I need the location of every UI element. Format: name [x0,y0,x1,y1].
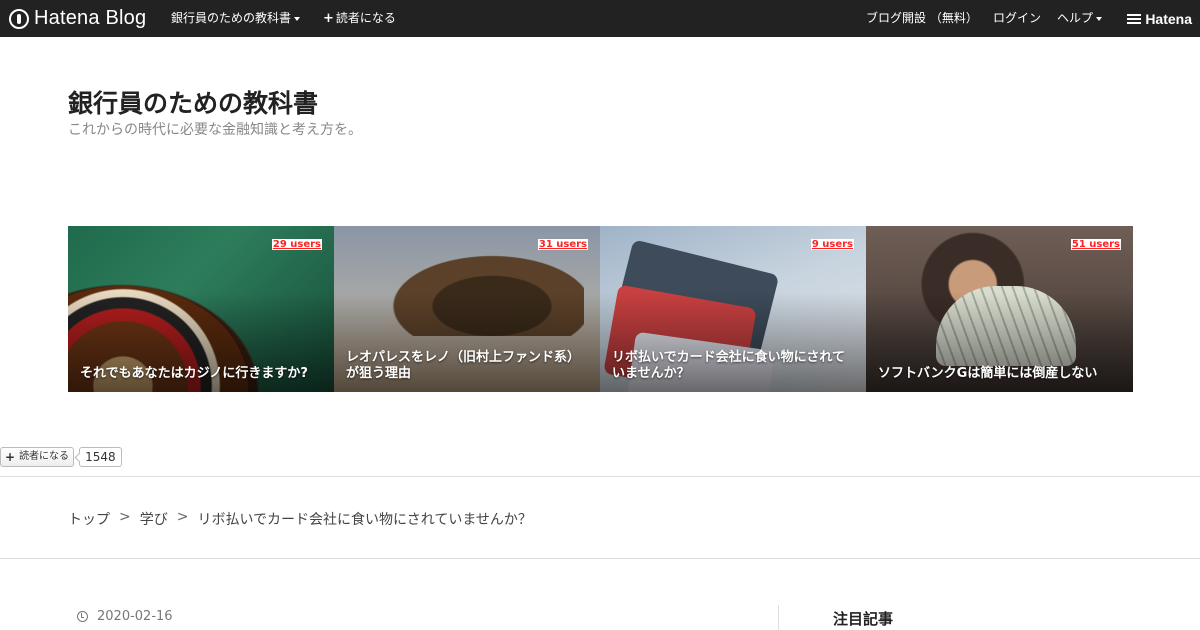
users-badge[interactable]: 31 users [537,239,588,250]
chevron-down-icon [1096,16,1103,21]
subscribe-widget: + 読者になる 1548 [0,447,122,467]
divider [0,558,1200,559]
entry-date-text: 2020-02-16 [97,609,173,624]
help-label: ヘルプ [1057,11,1094,25]
subscribe-link[interactable]: + 読者になる [323,0,396,37]
featured-card[interactable]: 29 users それでもあなたはカジノに行きますか? [68,226,334,392]
entry-date[interactable]: 2020-02-16 [77,609,173,624]
divider [0,476,1200,477]
plus-icon: + [323,11,334,26]
blog-title[interactable]: 銀行員のための教科書 [68,84,318,120]
open-blog-link[interactable]: ブログ開設 （無料） [866,0,978,37]
featured-card[interactable]: 51 users ソフトバンクGは簡単には倒産しない [866,226,1133,392]
hatena-blog-logo[interactable]: Hatena Blog [9,7,146,30]
breadcrumb-current: リボ払いでカード会社に食い物にされていませんか？ [197,512,532,528]
breadcrumb-separator: > [119,509,131,525]
featured-articles: 29 users それでもあなたはカジノに行きますか? 31 users レオパ… [68,226,1133,392]
users-badge[interactable]: 9 users [810,239,854,250]
users-badge[interactable]: 51 users [1070,239,1121,250]
plus-icon: + [5,450,16,464]
breadcrumb-category[interactable]: 学び [140,509,168,529]
breadcrumb-separator: > [176,509,189,525]
help-dropdown[interactable]: ヘルプ [1057,0,1103,37]
breadcrumb: トップ > 学び > リボ払いでカード会社に食い物にされていませんか？ [68,509,532,529]
card-title: それでもあなたはカジノに行きますか? [80,366,308,381]
featured-card[interactable]: 9 users リボ払いでカード会社に食い物にされていませんか？ [600,226,866,392]
breadcrumb-top[interactable]: トップ [68,509,110,529]
featured-card[interactable]: 31 users レオパレスをレノ（旧村上ファンド系）が狙う理由 [334,226,600,392]
hatena-brand-link[interactable]: Hatena [1127,0,1192,37]
clock-icon [77,611,88,622]
card-title: レオパレスをレノ（旧村上ファンド系）が狙う理由 [346,350,581,381]
login-link[interactable]: ログイン [993,0,1041,37]
hatena-logo-icon [1127,12,1142,26]
blog-description: これからの時代に必要な金融知識と考え方を。 [68,122,362,138]
subscriber-count: 1548 [79,447,122,467]
hatena-blog-logo-icon [9,8,29,29]
subscribe-label: 読者になる [335,11,396,25]
chevron-down-icon [294,16,301,21]
sidebar-section-title: 注目記事 [833,610,894,628]
logo-text: Hatena Blog [34,7,147,29]
brand-text: Hatena [1145,10,1192,27]
global-header: Hatena Blog 銀行員のための教科書 + 読者になる ブログ開設 （無料）… [0,0,1200,37]
blog-menu-dropdown[interactable]: 銀行員のための教科書 [171,0,301,37]
card-title: リボ払いでカード会社に食い物にされていませんか？ [612,350,845,381]
users-badge[interactable]: 29 users [271,239,322,250]
sidebar-divider [778,605,779,630]
subscribe-button-label: 読者になる [19,451,70,462]
subscribe-button[interactable]: + 読者になる [0,447,75,467]
blog-menu-label: 銀行員のための教科書 [171,11,292,25]
card-title: ソフトバンクGは簡単には倒産しない [878,366,1098,381]
